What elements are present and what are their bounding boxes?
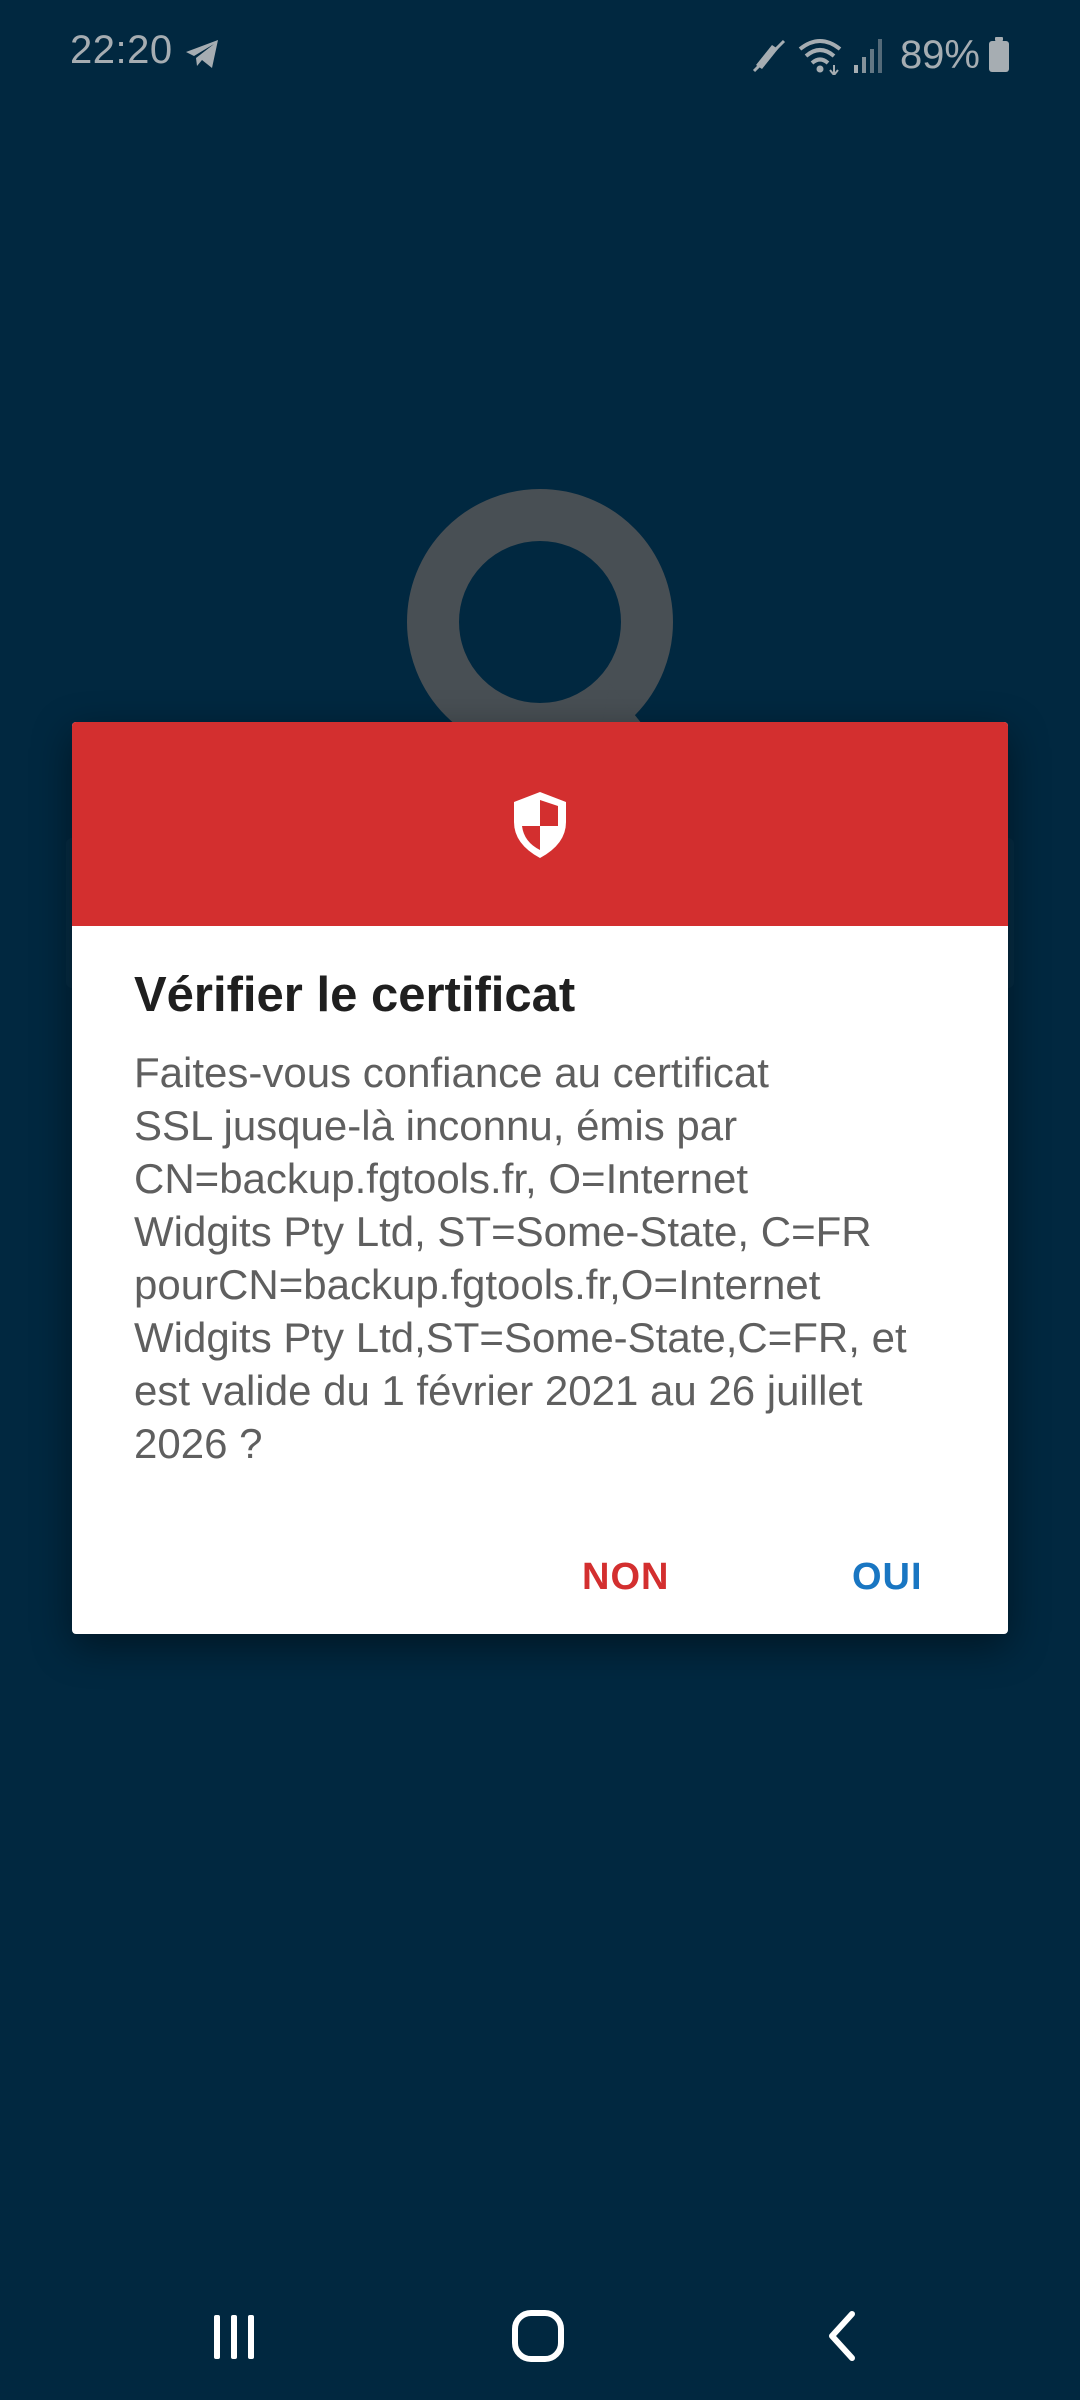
- navigation-bar: [0, 2270, 1080, 2400]
- non-button[interactable]: NON: [582, 1542, 669, 1612]
- recents-icon: [214, 2315, 254, 2359]
- oui-button[interactable]: OUI: [852, 1542, 923, 1612]
- home-icon: [512, 2310, 564, 2362]
- recents-button[interactable]: [175, 2270, 295, 2400]
- back-icon: [829, 2311, 855, 2361]
- home-button[interactable]: [478, 2270, 598, 2400]
- back-button[interactable]: [780, 2270, 900, 2400]
- dialog-actions: NON OUI: [72, 1542, 1008, 1612]
- dialog-title: Vérifier le certificat: [134, 968, 576, 1022]
- dialog-message: Faites-vous confiance au certificat SSL …: [134, 1049, 907, 1467]
- dialog-header: [72, 722, 1008, 926]
- screen: 22:20 89% Vérifier le certificat Faites-…: [0, 0, 1080, 2400]
- shield-icon: [514, 792, 566, 858]
- certificate-dialog: Vérifier le certificat Faites-vous confi…: [72, 722, 1008, 1634]
